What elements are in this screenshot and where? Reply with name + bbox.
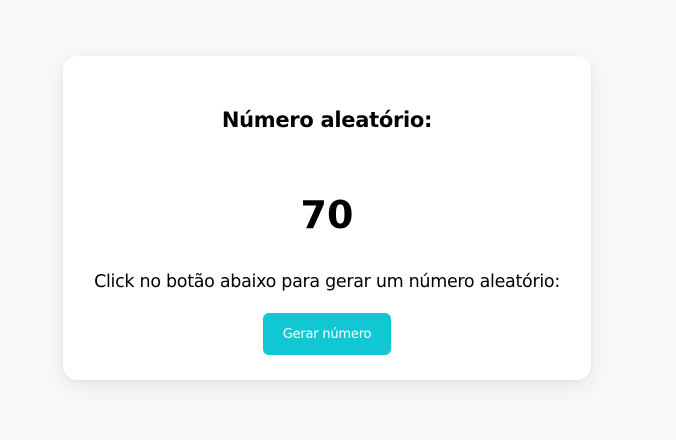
instruction-text: Click no botão abaixo para gerar um núme…: [94, 272, 560, 292]
generate-number-button[interactable]: Gerar número: [263, 313, 391, 355]
random-number-card: Número aleatório: 70 Click no botão abai…: [63, 56, 591, 380]
random-number-value: 70: [300, 193, 354, 237]
card-title: Número aleatório:: [221, 108, 433, 132]
